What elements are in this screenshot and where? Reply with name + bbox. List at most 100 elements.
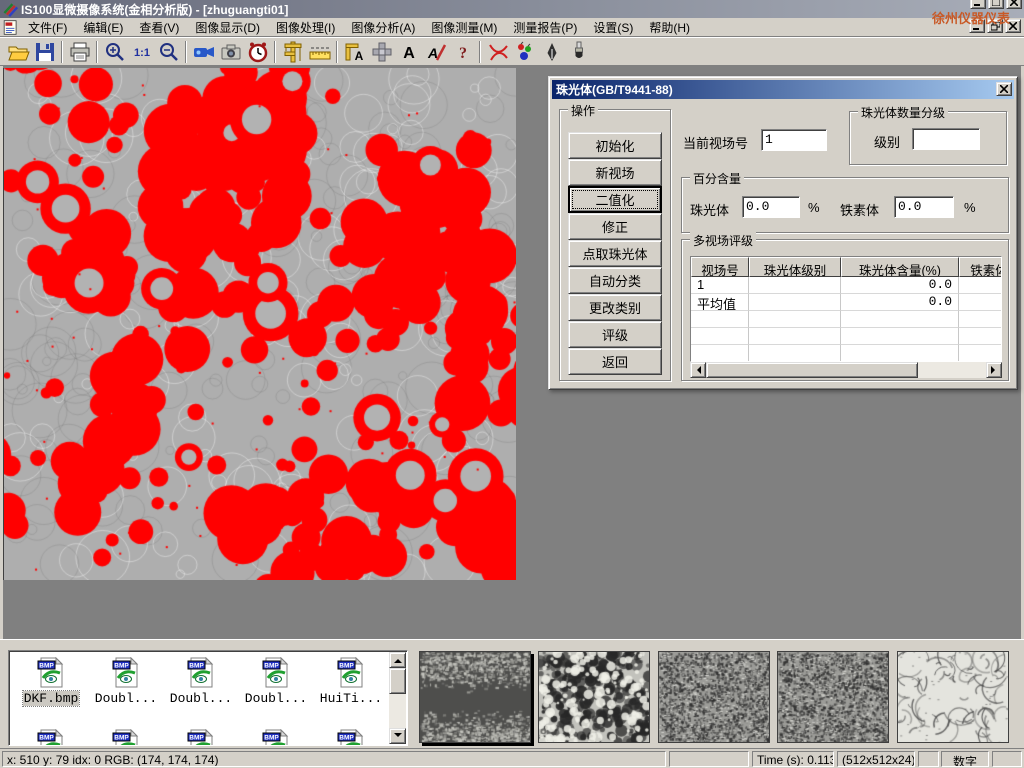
- timer-icon[interactable]: [244, 39, 271, 65]
- thumbnail-3[interactable]: [777, 651, 889, 743]
- svg-text:BMP: BMP: [114, 735, 129, 742]
- dialog-title-bar[interactable]: 珠光体(GB/T9441-88): [552, 80, 1014, 99]
- svg-text:BMP: BMP: [339, 735, 354, 742]
- menu-item-0[interactable]: 文件(F): [20, 17, 75, 38]
- pearlite-dialog: 珠光体(GB/T9441-88) 操作 初始化新视场二值化修正点取珠光体自动分类…: [548, 76, 1018, 390]
- bmp-file-icon: BMP: [315, 729, 387, 746]
- op-button-2[interactable]: 二值化: [568, 186, 662, 213]
- current-field-input[interactable]: 1: [761, 129, 827, 151]
- minimize-button[interactable]: [970, 0, 986, 9]
- table-hscrollbar[interactable]: [690, 362, 1002, 378]
- menu-item-3[interactable]: 图像显示(D): [187, 17, 268, 38]
- zoom-out-icon[interactable]: [155, 39, 182, 65]
- menu-item-1[interactable]: 编辑(E): [75, 17, 131, 38]
- file-item-partial-1[interactable]: BMP: [90, 729, 162, 746]
- op-button-8[interactable]: 返回: [568, 348, 662, 375]
- menu-item-4[interactable]: 图像处理(I): [268, 17, 343, 38]
- file-item-partial-4[interactable]: BMP: [315, 729, 387, 746]
- table-row-empty-0[interactable]: [691, 311, 1002, 328]
- thumbnail-4[interactable]: [897, 651, 1009, 743]
- op-button-4[interactable]: 点取珠光体: [568, 240, 662, 267]
- scroll-down-button[interactable]: [389, 728, 406, 744]
- dialog-close-button[interactable]: [996, 82, 1012, 96]
- class-markers-icon[interactable]: [511, 39, 538, 65]
- table-row-data-0[interactable]: 10.0: [691, 277, 1002, 294]
- file-item-Doubl...[interactable]: BMPDoubl...: [240, 657, 312, 706]
- mdi-restore-button[interactable]: [987, 19, 1003, 33]
- op-button-5[interactable]: 自动分类: [568, 267, 662, 294]
- file-item-partial-2[interactable]: BMP: [165, 729, 237, 746]
- file-item-partial-3[interactable]: BMP: [240, 729, 312, 746]
- table-cell: [841, 345, 959, 362]
- table-row-data-1[interactable]: 平均值0.0: [691, 294, 1002, 311]
- bmp-file-icon: BMP: [240, 729, 312, 746]
- file-item-Doubl...[interactable]: BMPDoubl...: [90, 657, 162, 706]
- file-browser[interactable]: BMPDKF.bmpBMPDoubl...BMPDoubl...BMPDoubl…: [8, 650, 408, 746]
- thumbnail-0[interactable]: [419, 651, 531, 743]
- pearlite-value-input[interactable]: 0.0: [742, 196, 800, 218]
- table-row-empty-2[interactable]: [691, 345, 1002, 362]
- status-position: x: 510 y: 79 idx: 0 RGB: (174, 174, 174): [2, 751, 666, 767]
- capture-icon[interactable]: [217, 39, 244, 65]
- document-icon[interactable]: [2, 19, 20, 36]
- scroll-left-button[interactable]: [690, 362, 706, 378]
- menu-item-9[interactable]: 帮助(H): [641, 17, 698, 38]
- file-vscrollbar[interactable]: [389, 652, 406, 744]
- file-item-partial-0[interactable]: BMP: [15, 729, 87, 746]
- op-button-6[interactable]: 更改类别: [568, 294, 662, 321]
- vscroll-thumb[interactable]: [389, 668, 406, 694]
- menu-item-2[interactable]: 查看(V): [131, 17, 187, 38]
- menu-item-8[interactable]: 设置(S): [585, 17, 641, 38]
- op-button-1[interactable]: 新视场: [568, 159, 662, 186]
- caliper-icon[interactable]: [279, 39, 306, 65]
- menu-item-6[interactable]: 图像测量(M): [423, 17, 505, 38]
- op-button-0[interactable]: 初始化: [568, 132, 662, 159]
- close-button[interactable]: [1006, 0, 1022, 9]
- multi-field-group: 多视场评级 视场号珠光体级别珠光体含量(%)铁素体10.0平均值0.0: [681, 239, 1009, 381]
- hscroll-thumb[interactable]: [706, 362, 918, 378]
- save-icon[interactable]: [31, 39, 58, 65]
- mdi-minimize-button[interactable]: [969, 19, 985, 33]
- grid-icon[interactable]: [368, 39, 395, 65]
- thumbnail-2[interactable]: [658, 651, 770, 743]
- help-icon[interactable]: ?: [449, 39, 476, 65]
- menu-item-7[interactable]: 测量报告(P): [505, 17, 585, 38]
- file-item-HuiTi...[interactable]: BMPHuiTi...: [315, 657, 387, 706]
- thumbnail-1[interactable]: [538, 651, 650, 743]
- table-cell: [749, 294, 841, 311]
- scroll-up-button[interactable]: [389, 652, 406, 668]
- text-icon[interactable]: A: [395, 39, 422, 65]
- rating-table[interactable]: 视场号珠光体级别珠光体含量(%)铁素体10.0平均值0.0: [690, 256, 1002, 362]
- op-button-7[interactable]: 评级: [568, 321, 662, 348]
- table-row-empty-1[interactable]: [691, 328, 1002, 345]
- table-header-cell: 珠光体含量(%): [841, 257, 959, 277]
- actual-size-icon[interactable]: 1:1: [128, 39, 155, 65]
- scroll-right-button[interactable]: [986, 362, 1002, 378]
- svg-text:BMP: BMP: [189, 663, 204, 670]
- file-name: HuiTi...: [319, 691, 383, 706]
- curve-tool-icon[interactable]: [484, 39, 511, 65]
- zoom-in-icon[interactable]: [101, 39, 128, 65]
- quantity-grading-group: 珠光体数量分级 级别: [849, 111, 1007, 165]
- level-input[interactable]: [912, 128, 980, 150]
- table-cell: [959, 328, 1002, 345]
- metallograph-canvas[interactable]: [3, 68, 516, 580]
- percent-group-label: 百分含量: [690, 170, 744, 187]
- print-icon[interactable]: [66, 39, 93, 65]
- ruler-icon[interactable]: [306, 39, 333, 65]
- op-button-3[interactable]: 修正: [568, 213, 662, 240]
- brush-icon[interactable]: [565, 39, 592, 65]
- menu-item-5[interactable]: 图像分析(A): [343, 17, 423, 38]
- measure-text-icon[interactable]: A: [341, 39, 368, 65]
- annotate-icon[interactable]: A: [422, 39, 449, 65]
- table-cell: [749, 345, 841, 362]
- file-item-Doubl...[interactable]: BMPDoubl...: [165, 657, 237, 706]
- ferrite-value-input[interactable]: 0.0: [894, 196, 954, 218]
- maximize-button[interactable]: [988, 0, 1004, 9]
- file-item-DKF.bmp[interactable]: BMPDKF.bmp: [15, 657, 87, 706]
- video-camera-icon[interactable]: [190, 39, 217, 65]
- mdi-close-button[interactable]: [1005, 19, 1021, 33]
- open-icon[interactable]: [4, 39, 31, 65]
- table-cell: 平均值: [691, 294, 749, 311]
- pen-icon[interactable]: [538, 39, 565, 65]
